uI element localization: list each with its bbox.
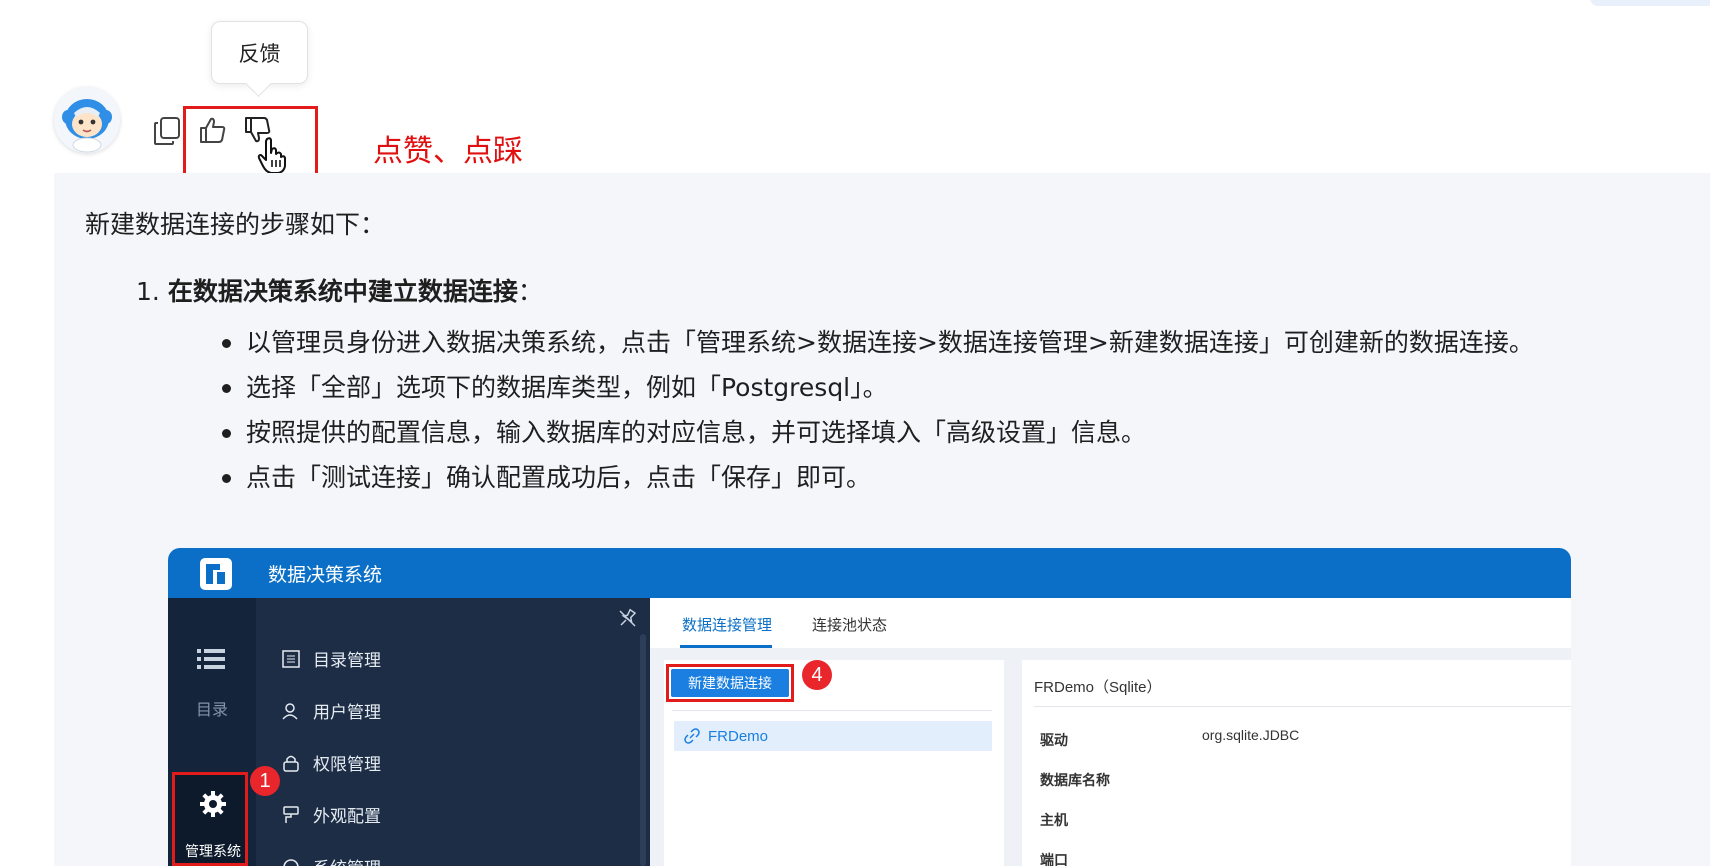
app-main-content: 数据连接管理 连接池状态 新建数据连接 FRDemo 4 FRDemo（Sqli… <box>650 598 1571 866</box>
menu-item-directory[interactable]: 目录管理 <box>282 646 381 671</box>
step-1-title: 1. 在数据决策系统中建立数据连接： <box>136 272 543 308</box>
top-corner-decoration <box>1590 0 1710 6</box>
menu-item-label: 用户管理 <box>313 703 381 723</box>
menu-item-system[interactable]: 系统管理 <box>282 854 381 866</box>
detail-title: FRDemo（Sqlite） <box>1034 679 1162 696</box>
field-value-driver: org.sqlite.JDBC <box>1202 727 1300 743</box>
step-badge-4: 4 <box>802 660 832 690</box>
menu-item-label: 外观配置 <box>313 807 381 827</box>
link-icon <box>684 728 700 744</box>
field-label-database-name: 数据库名称 <box>1040 773 1110 789</box>
directory-list-icon[interactable] <box>197 648 225 670</box>
user-icon <box>282 702 298 720</box>
like-dislike-annotation: 点赞、点踩 <box>373 134 523 169</box>
step-number: 1. <box>136 277 160 306</box>
feedback-highlight-box <box>183 106 318 180</box>
menu-item-label: 系统管理 <box>313 854 381 866</box>
connection-detail-pane: FRDemo（Sqlite） 驱动 org.sqlite.JDBC 数据库名称 … <box>1022 660 1571 866</box>
detail-divider <box>1034 706 1571 707</box>
tooltip-text: 反馈 <box>238 41 281 66</box>
step-badge-1: 1 <box>250 766 280 796</box>
bullet-item: 以管理员身份进入数据决策系统，点击「管理系统>数据连接>数据连接管理>新建数据连… <box>218 320 1608 365</box>
bullet-item: 按照提供的配置信息，输入数据库的对应信息，并可选择填入「高级设置」信息。 <box>218 410 1608 455</box>
menu-item-permissions[interactable]: 权限管理 <box>282 750 381 775</box>
field-label-host: 主机 <box>1040 813 1068 829</box>
list-divider <box>672 710 992 711</box>
tab-connection-management[interactable]: 数据连接管理 <box>682 614 772 635</box>
menu-item-label: 权限管理 <box>313 755 381 775</box>
bullet-item: 选择「全部」选项下的数据库类型，例如「Postgresql」。 <box>218 365 1608 410</box>
menu-item-users[interactable]: 用户管理 <box>282 698 381 723</box>
connection-list-pane: 新建数据连接 FRDemo <box>664 660 1004 866</box>
feedback-tooltip: 反馈 <box>211 21 308 84</box>
system-icon <box>283 858 299 866</box>
new-connection-button[interactable]: 新建数据连接 <box>671 669 789 697</box>
mascot-avatar-icon <box>54 87 120 153</box>
field-label-port: 端口 <box>1040 853 1068 866</box>
submenu-scrollbar[interactable] <box>640 634 646 866</box>
menu-item-appearance[interactable]: 外观配置 <box>282 802 381 827</box>
embedded-screenshot: 数据决策系统 目录 管理系统 目录管理 用户管理 权限管理 外观配置 1 数据连… <box>168 548 1571 866</box>
copy-button[interactable] <box>151 114 183 148</box>
new-connection-highlight: 新建数据连接 <box>666 664 794 702</box>
step-title-suffix: ： <box>517 277 543 306</box>
copy-icon <box>154 117 180 145</box>
step-title-text: 在数据决策系统中建立数据连接 <box>167 277 518 306</box>
gear-icon <box>200 791 226 817</box>
pin-icon[interactable] <box>618 608 638 628</box>
app-logo-icon <box>200 558 232 590</box>
bullet-item: 点击「测试连接」确认配置成功后，点击「保存」即可。 <box>218 455 1608 500</box>
step-bullet-list: 以管理员身份进入数据决策系统，点击「管理系统>数据连接>数据连接管理>新建数据连… <box>218 320 1608 500</box>
nav-admin-label: 管理系统 <box>185 844 241 860</box>
list-icon <box>282 649 300 668</box>
app-left-nav: 目录 管理系统 <box>168 598 256 866</box>
connection-name: FRDemo <box>708 727 769 745</box>
tab-pool-status[interactable]: 连接池状态 <box>812 614 887 635</box>
nav-directory-label[interactable]: 目录 <box>196 696 228 720</box>
menu-item-label: 目录管理 <box>313 651 381 671</box>
app-header: 数据决策系统 <box>168 548 1571 598</box>
lock-icon <box>283 755 299 772</box>
assistant-avatar <box>54 87 120 153</box>
field-label-driver: 驱动 <box>1040 733 1068 749</box>
active-tab-indicator <box>680 645 772 648</box>
app-title: 数据决策系统 <box>268 564 383 586</box>
answer-intro: 新建数据连接的步骤如下： <box>85 210 386 239</box>
brush-icon <box>283 805 299 823</box>
connection-item[interactable]: FRDemo <box>674 721 992 751</box>
nav-admin-system[interactable]: 管理系统 <box>172 772 248 866</box>
app-submenu: 目录管理 用户管理 权限管理 外观配置 系统管理 <box>256 598 650 866</box>
tab-bar: 数据连接管理 连接池状态 <box>650 598 1571 648</box>
